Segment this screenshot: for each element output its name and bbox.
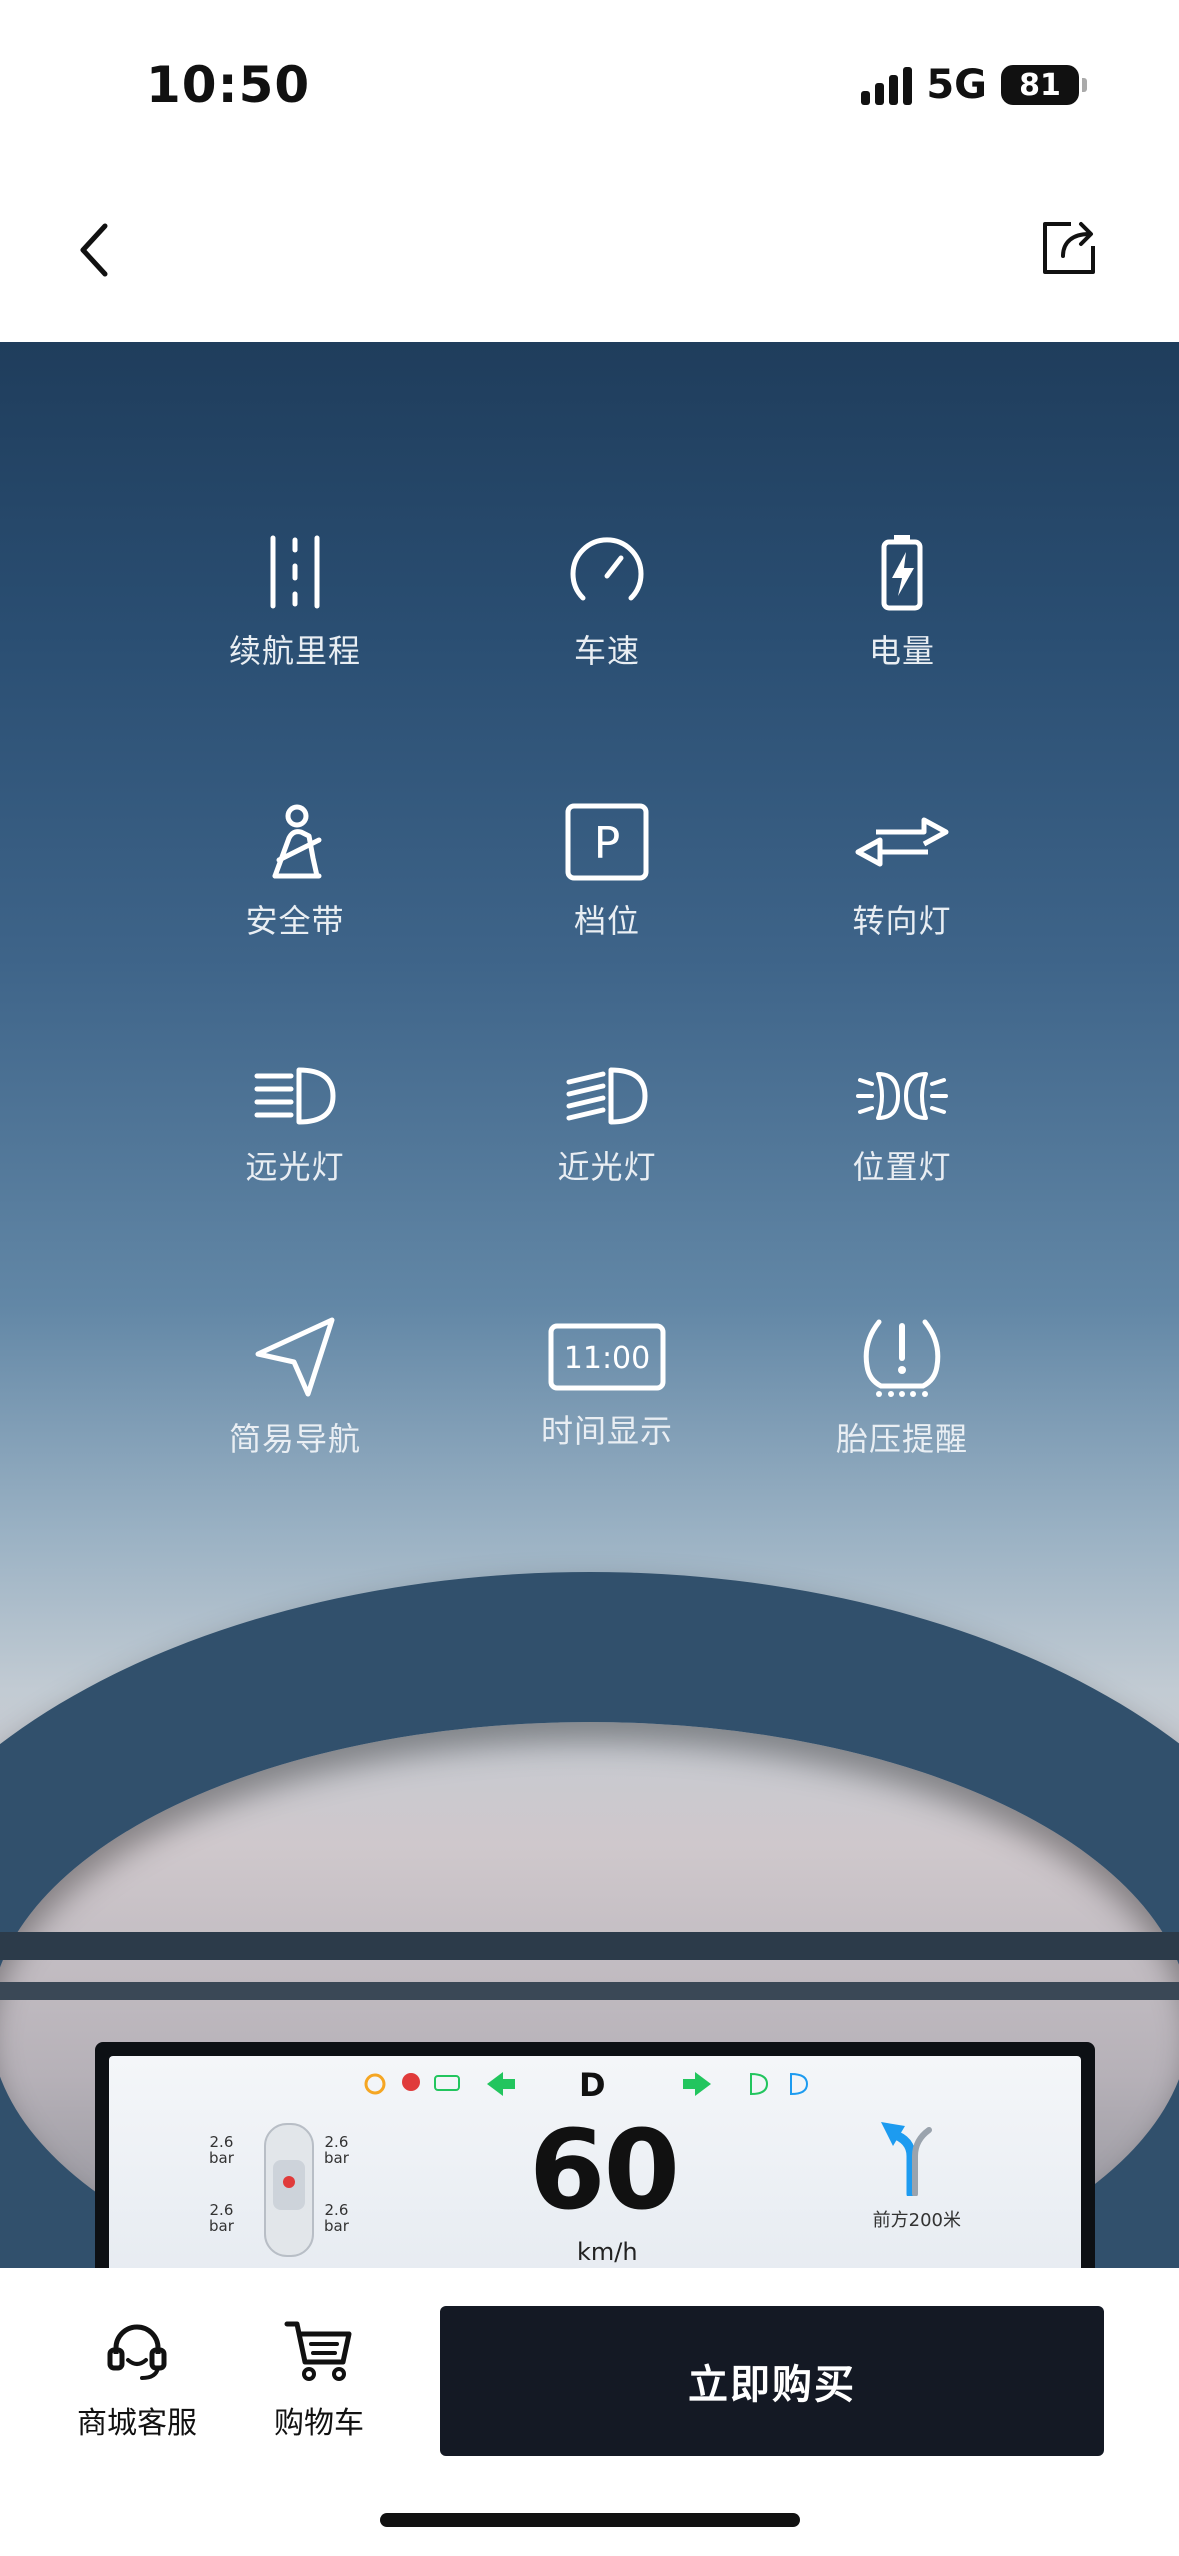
feature-position-light: 位置灯 <box>752 1064 1052 1188</box>
feature-time-display: 11:00 时间显示 <box>457 1322 757 1452</box>
tyre-pressure-rr: 2.6 bar <box>324 2201 349 2235</box>
feature-label: 远光灯 <box>245 1148 345 1186</box>
turn-signal-icon <box>855 817 949 867</box>
low-beam-icon <box>566 1067 648 1125</box>
cart-button[interactable]: 购物车 <box>244 2318 394 2442</box>
indicator-icons <box>364 2072 809 2096</box>
feature-label: 近光灯 <box>557 1148 657 1186</box>
dashboard-display: D 60 km/h 2.6 bar 2.6 bar 2.6 bar 2.6 bar 前方… <box>109 2056 1081 2268</box>
high-beam-icon <box>254 1067 336 1125</box>
seatbelt-warning-icon <box>402 2073 420 2091</box>
svg-text:11:00: 11:00 <box>564 1341 650 1376</box>
position-light-icon <box>856 1072 948 1120</box>
buy-now-button[interactable]: 立即购买 <box>440 2306 1104 2456</box>
feature-label: 胎压提醒 <box>835 1420 968 1458</box>
network-type: 5G <box>926 62 987 108</box>
tyre-pressure-rl: 2.6 bar <box>209 2201 234 2235</box>
share-button[interactable] <box>1029 208 1109 288</box>
cart-icon <box>284 2321 352 2381</box>
feature-label: 续航里程 <box>228 632 361 670</box>
feature-label: 安全带 <box>245 902 345 940</box>
park-gear-icon: P <box>565 803 649 881</box>
customer-service-button[interactable]: 商城客服 <box>62 2318 212 2442</box>
car-topview-icon <box>264 2123 314 2257</box>
tyre-pressure-fl: 2.6 bar <box>209 2133 234 2167</box>
speed-readout: 60 <box>529 2106 680 2234</box>
share-icon <box>1043 222 1095 274</box>
tyre-pressure-fr: 2.6 bar <box>324 2133 349 2167</box>
seatbelt-icon <box>272 804 322 879</box>
gear-indicator: D <box>579 2066 606 2104</box>
headset-icon <box>107 2324 167 2380</box>
dashboard-screen: D 60 km/h 2.6 bar 2.6 bar 2.6 bar 2.6 bar 前方… <box>95 2042 1095 2268</box>
chevron-left-icon <box>80 223 108 277</box>
speedometer-icon <box>570 537 644 601</box>
feature-label: 车速 <box>573 632 640 670</box>
nav-header <box>0 170 1179 342</box>
signal-icon <box>861 65 913 105</box>
left-turn-indicator-icon <box>487 2072 503 2096</box>
feature-tire-pressure: 胎压提醒 <box>752 1314 1052 1460</box>
feature-gear: P 档位 <box>457 802 757 942</box>
nav-distance: 前方200米 <box>872 2210 961 2231</box>
tire-pressure-icon <box>863 1319 941 1397</box>
feature-label: 简易导航 <box>228 1420 361 1458</box>
navigation-icon <box>255 1317 335 1397</box>
svg-text:P: P <box>594 818 621 869</box>
high-beam-indicator-icon <box>790 2072 809 2096</box>
low-beam-indicator-icon <box>750 2072 769 2096</box>
status-indicators: 5G 81 <box>861 62 1087 108</box>
feature-low-beam: 近光灯 <box>457 1064 757 1188</box>
feature-navigation: 简易导航 <box>145 1314 445 1460</box>
feature-label: 档位 <box>573 902 640 940</box>
status-time: 10:50 <box>146 56 311 114</box>
feature-seatbelt: 安全带 <box>145 802 445 942</box>
battery-charge-icon <box>881 535 923 611</box>
dash-bar <box>0 1932 1179 1960</box>
feature-label: 位置灯 <box>852 1148 952 1186</box>
position-light-indicator-icon <box>434 2075 460 2091</box>
feature-label: 电量 <box>868 632 935 670</box>
cart-label: 购物车 <box>274 2406 364 2441</box>
right-turn-indicator-icon <box>695 2072 711 2096</box>
feature-range: 续航里程 <box>145 532 445 672</box>
tire-warning-icon <box>364 2073 386 2095</box>
feature-battery: 电量 <box>752 532 1052 672</box>
feature-label: 转向灯 <box>852 902 952 940</box>
customer-service-label: 商城客服 <box>77 2406 197 2441</box>
speed-unit: km/h <box>577 2238 638 2266</box>
home-indicator <box>380 2513 800 2527</box>
feature-high-beam: 远光灯 <box>145 1064 445 1188</box>
back-button[interactable] <box>60 210 130 290</box>
feature-label: 时间显示 <box>540 1412 673 1450</box>
feature-speed: 车速 <box>457 532 757 672</box>
battery-icon: 81 <box>1001 65 1087 105</box>
hero-banner: 续航里程 车速 电量 安全带 P 档位 转向灯 远光灯 近光灯 位置灯 简易导航… <box>0 342 1179 2268</box>
nav-turn-arrow-icon <box>881 2122 932 2196</box>
range-icon <box>270 535 320 609</box>
status-bar: 10:50 5G 81 <box>0 0 1179 170</box>
clock-display-icon: 11:00 <box>548 1323 666 1391</box>
dash-bar <box>0 1982 1179 2000</box>
feature-turn-signal: 转向灯 <box>752 802 1052 942</box>
